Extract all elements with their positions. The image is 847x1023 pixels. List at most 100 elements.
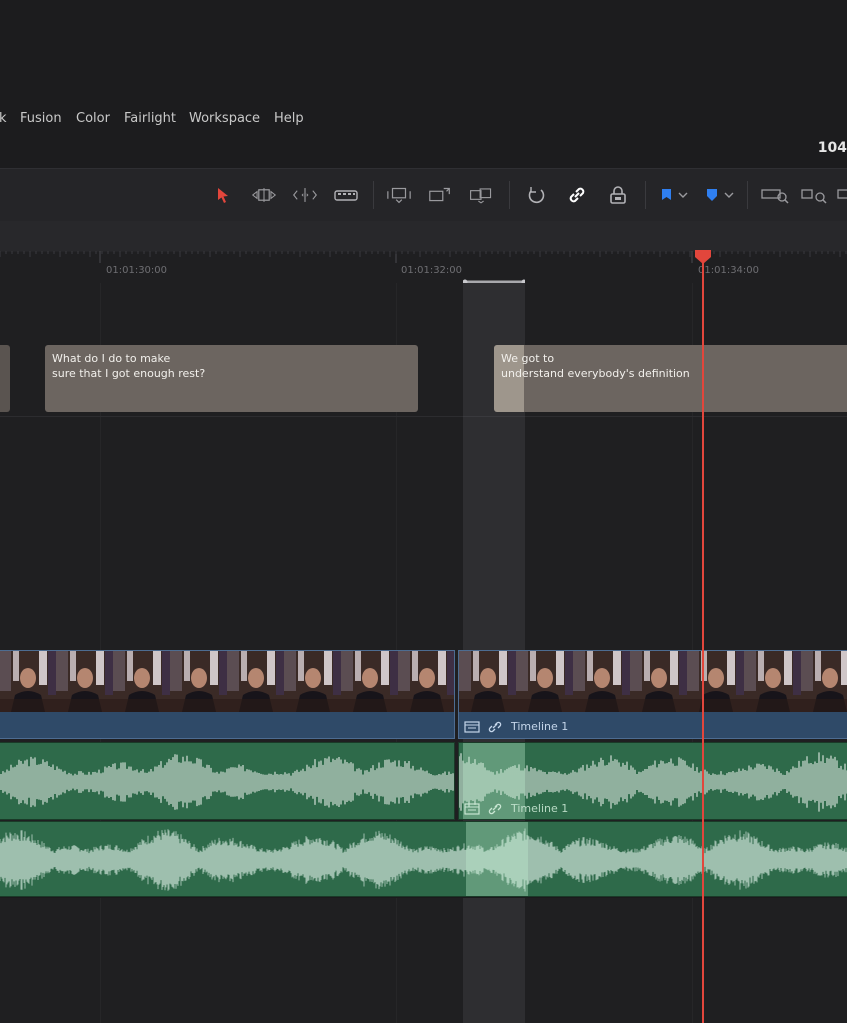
- menu-item-workspace-partial[interactable]: k: [0, 111, 7, 126]
- timeline-clip-icon: [464, 803, 480, 815]
- range-handle[interactable]: [463, 278, 525, 283]
- status-bar: 104: [0, 132, 847, 168]
- audio-waveform: [0, 754, 454, 810]
- ruler-label: 01:01:32:00: [401, 265, 463, 276]
- trim-tool-button[interactable]: [251, 183, 277, 207]
- video-thumbnail: [398, 651, 454, 712]
- track-separator: [0, 416, 847, 417]
- zoom-custom-icon: [837, 189, 847, 199]
- menubar: k Fusion Color Fairlight Workspace Help: [0, 110, 847, 132]
- replace-clip-icon: [470, 188, 492, 204]
- video-thumbnail: [630, 651, 687, 712]
- video-thumbnail: [744, 651, 801, 712]
- audio-clip[interactable]: Timeline 1: [458, 742, 847, 820]
- waveform-selection-overlay: [466, 822, 528, 896]
- zoom-full-button[interactable]: [759, 183, 791, 207]
- playhead[interactable]: [702, 262, 704, 1023]
- subtitle-text-line: We got to: [501, 352, 555, 365]
- subtitle-clip[interactable]: What do I do to make sure that I got eno…: [45, 345, 418, 412]
- top-empty-area: [0, 0, 847, 110]
- video-thumbnails: [459, 651, 847, 712]
- video-thumbnail: [341, 651, 398, 712]
- selection-tool-icon: [218, 188, 228, 203]
- link-icon: [488, 803, 502, 815]
- zoom-custom-button-partial[interactable]: [836, 183, 847, 207]
- chevron-down-icon: [724, 192, 734, 198]
- video-thumbnail: [459, 651, 516, 712]
- zoom-detail-icon: [801, 189, 827, 204]
- waveform-path: [0, 828, 847, 892]
- video-clip[interactable]: [0, 650, 455, 739]
- subtitle-clip-partial[interactable]: [0, 345, 10, 412]
- ruler-label: 01:01:34:00: [698, 265, 760, 276]
- clip-icons: [464, 803, 502, 815]
- clip-icons: [464, 721, 502, 733]
- marker-dropdown[interactable]: [721, 183, 737, 207]
- overwrite-clip-icon: [429, 187, 450, 202]
- replace-clip-button[interactable]: [468, 183, 494, 207]
- audio-waveform: [0, 822, 847, 896]
- blade-tool-button[interactable]: [333, 183, 359, 207]
- toolbar-separator: [747, 181, 748, 209]
- toolbar-separator: [509, 181, 510, 209]
- marker-icon: [707, 189, 717, 201]
- video-thumbnail: [687, 651, 744, 712]
- video-thumbnail: [801, 651, 847, 712]
- dynamic-trim-button[interactable]: [292, 183, 318, 207]
- chevron-down-icon: [678, 192, 688, 198]
- timecode-display: 104: [817, 140, 847, 156]
- subtitle-text-line: understand everybody's definition: [501, 367, 690, 380]
- video-clip[interactable]: Timeline 1: [458, 650, 847, 739]
- toolbar-separator: [645, 181, 646, 209]
- selection-tool-button[interactable]: [210, 183, 236, 207]
- timeline-tracks: What do I do to make sure that I got eno…: [0, 279, 847, 1023]
- linked-selection-icon: [569, 187, 585, 203]
- snapping-button[interactable]: [523, 183, 549, 207]
- clip-name: Timeline 1: [511, 802, 569, 815]
- timeline-toolbar: [0, 168, 847, 222]
- zoom-detail-button[interactable]: [799, 183, 831, 207]
- toolbar-separator: [373, 181, 374, 209]
- trim-tool-icon: [251, 188, 277, 202]
- video-thumbnail: [56, 651, 113, 712]
- flag-icon: [662, 189, 671, 200]
- ruler-ticks: [0, 251, 847, 263]
- menu-item-workspace[interactable]: Workspace: [189, 111, 260, 126]
- position-lock-button[interactable]: [605, 183, 631, 207]
- video-thumbnail: [113, 651, 170, 712]
- subtitle-text-line: sure that I got enough rest?: [52, 367, 206, 380]
- subtitle-clip[interactable]: We got to understand everybody's definit…: [494, 345, 847, 412]
- menu-item-fairlight[interactable]: Fairlight: [124, 111, 176, 126]
- timeline-clip-icon: [464, 721, 480, 733]
- timeline-ruler[interactable]: 01:01:30:00 01:01:32:00 01:01:34:00: [0, 251, 847, 283]
- timeline-header-bar: [0, 221, 847, 252]
- menu-item-color[interactable]: Color: [76, 111, 110, 126]
- waveform-path: [0, 754, 454, 810]
- audio-clip[interactable]: [0, 742, 455, 820]
- video-thumbnail: [516, 651, 573, 712]
- video-thumbnails: [0, 651, 454, 712]
- zoom-full-icon: [761, 189, 789, 204]
- video-thumbnail: [573, 651, 630, 712]
- video-thumbnail: [0, 651, 56, 712]
- video-thumbnail: [227, 651, 284, 712]
- track-separator: [0, 897, 847, 898]
- audio-clip-music[interactable]: [0, 821, 847, 897]
- overwrite-clip-button[interactable]: [427, 183, 453, 207]
- ruler-label: 01:01:30:00: [106, 265, 168, 276]
- snapping-icon: [528, 187, 545, 204]
- position-lock-icon: [610, 186, 626, 204]
- blade-tool-icon: [334, 190, 358, 201]
- dynamic-trim-icon: [293, 188, 317, 202]
- insert-clip-button[interactable]: [386, 183, 412, 207]
- menu-item-fusion[interactable]: Fusion: [20, 111, 62, 126]
- subtitle-text-line: What do I do to make: [52, 352, 171, 365]
- video-thumbnail: [170, 651, 227, 712]
- clip-name: Timeline 1: [511, 720, 569, 733]
- insert-clip-icon: [387, 187, 411, 204]
- video-thumbnail: [284, 651, 341, 712]
- linked-selection-button[interactable]: [564, 183, 590, 207]
- flag-dropdown[interactable]: [675, 183, 691, 207]
- menu-item-help[interactable]: Help: [274, 111, 304, 126]
- link-icon: [488, 721, 502, 733]
